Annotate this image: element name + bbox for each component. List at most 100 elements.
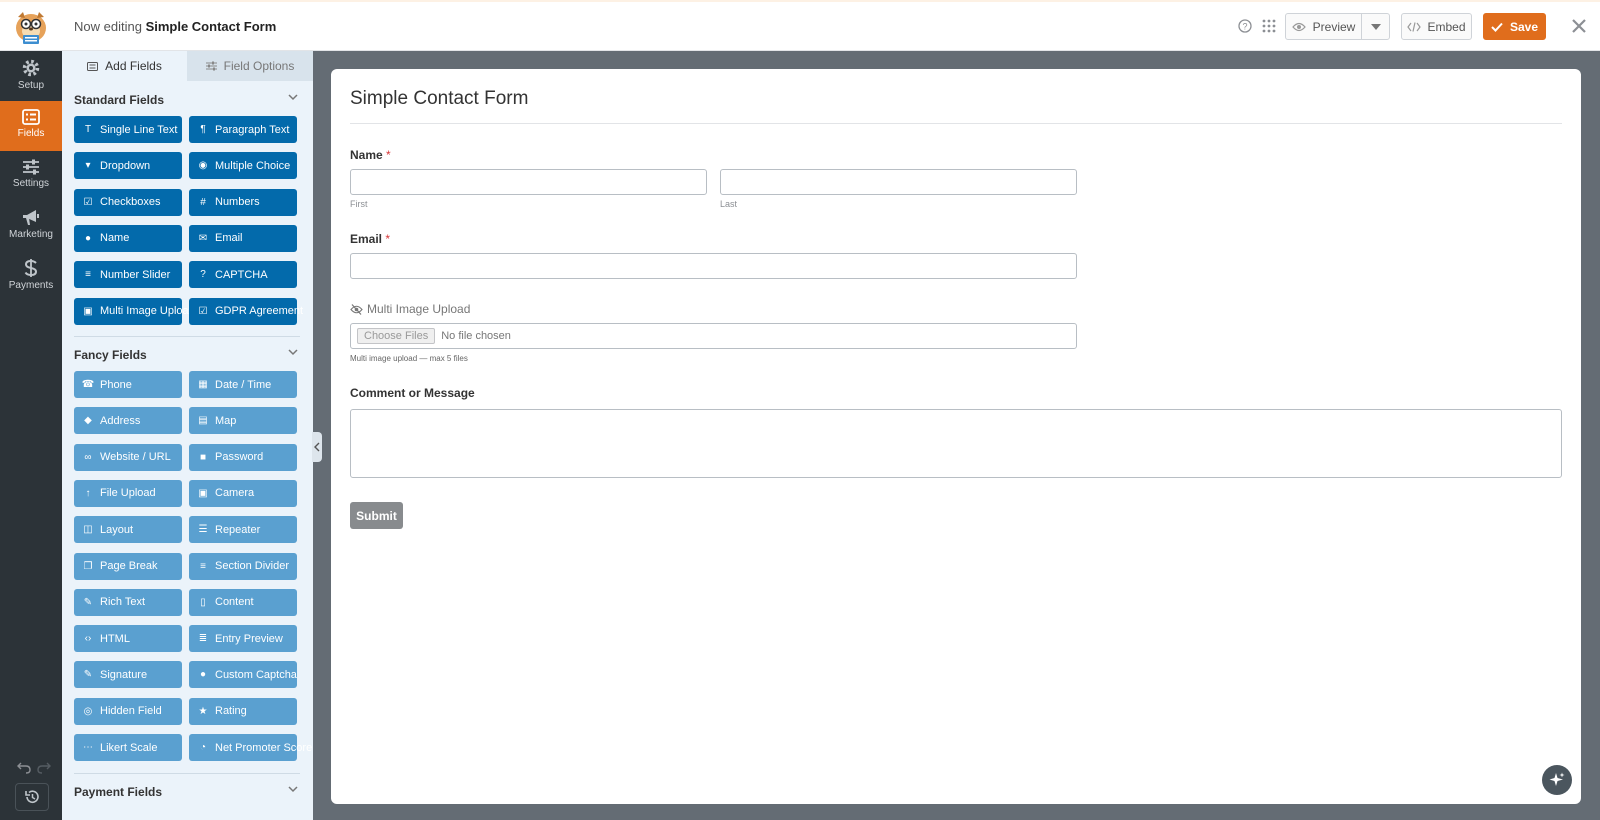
field-button[interactable]: ✉ Email	[189, 224, 297, 252]
close-icon[interactable]	[1569, 16, 1589, 36]
panel-collapse-toggle[interactable]	[312, 432, 322, 462]
save-button[interactable]: Save	[1483, 13, 1546, 40]
form-title[interactable]: Simple Contact Form	[350, 88, 528, 110]
field-button[interactable]: # Numbers	[189, 188, 297, 216]
no-file-text: No file chosen	[441, 330, 511, 342]
field-button[interactable]: ↑ File Upload	[74, 479, 182, 507]
field-button-label: Rich Text	[100, 596, 146, 609]
field-button-label: Layout	[100, 523, 134, 536]
first-name-input[interactable]	[350, 169, 707, 195]
last-name-input[interactable]	[720, 169, 1077, 195]
nav-settings[interactable]: Settings	[0, 151, 62, 201]
nav-marketing[interactable]: Marketing	[0, 201, 62, 251]
nav-fields[interactable]: Fields	[0, 101, 62, 151]
field-button[interactable]: ◎ Hidden Field	[74, 697, 182, 725]
svg-text:?: ?	[1242, 22, 1247, 32]
field-button-label: Map	[215, 414, 237, 427]
field-button[interactable]: ▯ Content	[189, 588, 297, 616]
field-button[interactable]: ◫ Layout	[74, 516, 182, 544]
field-button[interactable]: ● Custom Captcha	[189, 661, 297, 689]
tab-add-fields[interactable]: Add Fields	[62, 51, 187, 81]
file-text-icon: ≣	[198, 633, 208, 645]
gauge-icon: ◔	[199, 742, 207, 753]
field-button[interactable]: ◆ Address	[74, 407, 182, 435]
checkbox-icon: ☑	[83, 196, 93, 208]
slider-icon: ≡	[85, 269, 91, 281]
field-button[interactable]: ✎ Rich Text	[74, 588, 182, 616]
checkbox-icon: ☑	[198, 305, 208, 317]
wpforms-logo-icon[interactable]	[10, 7, 52, 45]
layout-icon: ◫	[83, 524, 93, 536]
help-icon[interactable]: ?	[1237, 18, 1253, 34]
fancy-fields-header[interactable]: Fancy Fields	[74, 348, 300, 362]
revisions-button[interactable]	[15, 783, 49, 811]
undo-icon[interactable]	[16, 760, 32, 776]
field-button[interactable]: ▾ Dropdown	[74, 152, 182, 180]
panel-tabs: Add Fields Field Options	[62, 51, 313, 81]
question-icon: ?	[200, 269, 206, 281]
nav-payments[interactable]: Payments	[0, 251, 62, 301]
builder-sidebar: Setup Fields Settings Marketing Payments	[0, 51, 62, 820]
field-button[interactable]: ‹› HTML	[74, 625, 182, 653]
field-button[interactable]: ⋯ Likert Scale	[74, 734, 182, 761]
field-button[interactable]: ¶ Paragraph Text	[189, 116, 297, 143]
preview-button[interactable]: Preview	[1285, 13, 1362, 40]
sparkle-icon	[1549, 772, 1565, 786]
field-button[interactable]: ● Name	[74, 224, 182, 252]
tab-field-options[interactable]: Field Options	[187, 51, 313, 81]
upload-field-label: Multi Image Upload	[350, 302, 470, 316]
top-stripe	[0, 0, 1600, 2]
field-button-label: Content	[215, 596, 254, 609]
payment-fields-header[interactable]: Payment Fields	[74, 785, 300, 799]
field-button[interactable]: ≣ Entry Preview	[189, 625, 297, 653]
preview-dropdown-button[interactable]	[1361, 13, 1390, 40]
field-button[interactable]: ❐ Page Break	[74, 552, 182, 580]
field-button[interactable]: ▣ Multi Image Upload	[74, 297, 195, 325]
field-button[interactable]: ? CAPTCHA	[189, 261, 297, 289]
field-button[interactable]: T Single Line Text	[74, 116, 182, 143]
field-button[interactable]: ▤ Map	[189, 407, 297, 435]
field-button[interactable]: ≡ Section Divider	[189, 552, 297, 580]
field-button-label: GDPR Agreement	[215, 305, 304, 317]
ai-assistant-button[interactable]	[1542, 765, 1572, 795]
nav-setup[interactable]: Setup	[0, 51, 62, 101]
file-upload-input[interactable]: Choose Files No file chosen	[350, 323, 1077, 349]
email-input[interactable]	[350, 253, 1077, 279]
field-button[interactable]: ▣ Camera	[189, 479, 297, 507]
lock-icon: ■	[199, 451, 207, 463]
tab-field-options-label: Field Options	[223, 59, 295, 73]
dollar-icon	[24, 259, 38, 277]
field-button[interactable]: ◉ Multiple Choice	[189, 152, 297, 180]
field-button[interactable]: ≡ Number Slider	[74, 261, 182, 289]
field-button[interactable]: ∞ Website / URL	[74, 443, 182, 471]
paragraph-icon: ¶	[200, 124, 206, 135]
field-button[interactable]: ★ Rating	[189, 697, 297, 725]
field-button[interactable]: ☑ Checkboxes	[74, 188, 182, 216]
message-textarea[interactable]	[350, 409, 1562, 478]
choose-files-button[interactable]: Choose Files	[357, 328, 436, 344]
field-button[interactable]: ✎ Signature	[74, 661, 182, 689]
embed-button[interactable]: Embed	[1401, 13, 1472, 40]
gear-icon	[22, 59, 40, 77]
field-button-label: Paragraph Text	[215, 123, 290, 136]
editing-prefix: Now editing	[74, 19, 142, 34]
nav-setup-label: Setup	[17, 80, 45, 91]
email-field-label: Email *	[350, 232, 390, 246]
tab-add-fields-label: Add Fields	[105, 59, 162, 73]
eye-slash-icon: ◎	[83, 705, 93, 717]
field-button-label: Likert Scale	[100, 741, 158, 754]
nav-fields-label: Fields	[17, 128, 45, 139]
field-button[interactable]: ■ Password	[189, 443, 297, 471]
field-button[interactable]: ▦ Date / Time	[189, 371, 297, 398]
field-button[interactable]: ☎ Phone	[74, 371, 182, 398]
field-button[interactable]: ☑ GDPR Agreement	[189, 297, 303, 325]
grid-menu-icon[interactable]	[1261, 18, 1277, 34]
field-button[interactable]: ☰ Repeater	[189, 516, 297, 544]
submit-button[interactable]: Submit	[350, 502, 403, 529]
chevron-down-icon	[288, 94, 298, 101]
redo-icon[interactable]	[36, 760, 52, 776]
field-button[interactable]: ◔ Net Promoter Score	[189, 734, 312, 761]
nav-marketing-label: Marketing	[9, 229, 53, 240]
standard-fields-header[interactable]: Standard Fields	[74, 93, 300, 107]
field-button-label: Email	[215, 232, 243, 245]
